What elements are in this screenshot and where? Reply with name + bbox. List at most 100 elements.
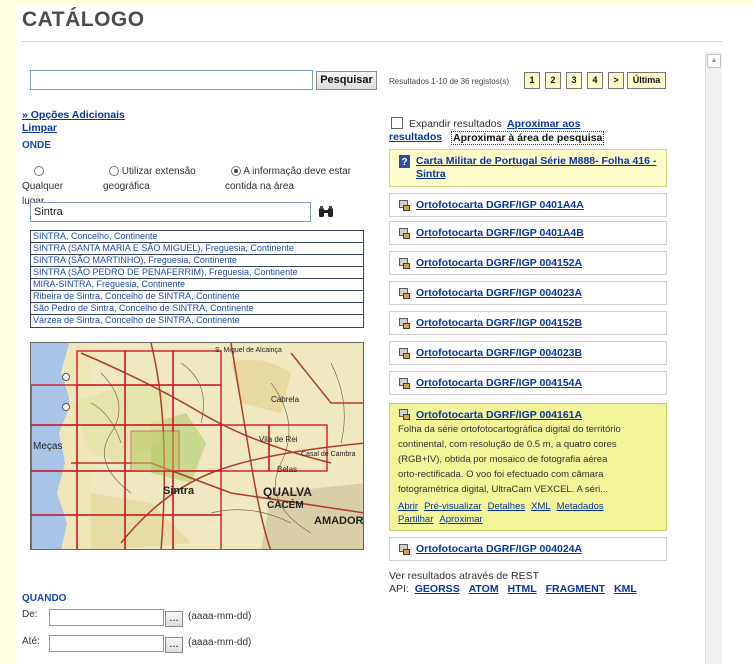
result-title[interactable]: Ortofotocarta DGRF/IGP 0401A4B	[416, 227, 584, 239]
radio-contained-label: A informação deve estar contida na área	[225, 166, 352, 192]
map-layer-icon	[399, 543, 410, 555]
result-item[interactable]: Ortofotocarta DGRF/IGP 004152A	[389, 251, 667, 275]
map-label-vila-de-rei: Vila de Rei	[259, 435, 298, 444]
suggestion-item[interactable]: SINTRA (SÃO MARTINHO), Freguesia, Contin…	[31, 255, 363, 267]
result-item[interactable]: Ortofotocarta DGRF/IGP 004023B	[389, 341, 667, 365]
action-1-link[interactable]: Pré-visualizar	[424, 501, 482, 512]
next-page-button[interactable]: >	[608, 72, 624, 89]
map-label-casal-de-cambra: Casal de Cambra	[301, 451, 356, 458]
date-from-input[interactable]	[49, 609, 164, 626]
map-layer-icon	[399, 377, 410, 389]
result-item[interactable]: Ortofotocarta DGRF/IGP 004154A	[389, 371, 667, 395]
description-line: orto-rectificada. O voo foi efectuado co…	[398, 469, 604, 480]
action-2-link[interactable]: Detalhes	[488, 501, 526, 512]
page-button-1[interactable]: 1	[524, 72, 540, 89]
page-button-2[interactable]: 2	[545, 72, 561, 89]
place-input[interactable]	[30, 202, 311, 222]
more-options-link[interactable]: » Opções Adicionais	[22, 109, 125, 121]
action-4-link[interactable]: Metadados	[557, 501, 604, 512]
page-button-4[interactable]: 4	[587, 72, 603, 89]
result-item[interactable]: Ortofotocarta DGRF/IGP 004024A	[389, 537, 667, 561]
result-title[interactable]: Ortofotocarta DGRF/IGP 004152B	[416, 317, 582, 329]
result-title[interactable]: Ortofotocarta DGRF/IGP 004024A	[416, 543, 582, 555]
result-actions: Abrir Pré-visualizar Detalhes XML Metadados P…	[390, 500, 666, 526]
result-title-cont[interactable]: Sintra	[416, 168, 446, 180]
suggestion-item[interactable]: SINTRA (SÃO PEDRO DE PENAFERRIM), Fregue…	[31, 267, 363, 279]
svg-text:?: ?	[401, 157, 407, 168]
scroll-up-icon[interactable]: ▲	[707, 54, 721, 68]
results-count: Resultados 1-10 de 36 registos(s)	[389, 77, 510, 86]
action-3-link[interactable]: XML	[531, 501, 551, 512]
map-layer-icon	[399, 199, 410, 211]
rest-atom-link[interactable]: ATOM	[469, 583, 499, 595]
search-input[interactable]	[30, 70, 313, 90]
radio-contained-icon[interactable]	[231, 166, 241, 177]
binoculars-icon[interactable]	[318, 205, 334, 219]
suggestion-item[interactable]: São Pedro de Sintra, Concelho de SINTRA,…	[31, 303, 363, 315]
result-title[interactable]: Carta Militar de Portugal Série M888- Fo…	[416, 155, 656, 167]
result-item[interactable]: Ortofotocarta DGRF/IGP 004152B	[389, 311, 667, 335]
from-label: De:	[22, 609, 38, 620]
last-page-button[interactable]: Última	[627, 72, 666, 89]
rest-kml-link[interactable]: KML	[614, 583, 637, 595]
radio-anywhere-icon[interactable]	[34, 166, 44, 177]
expand-results-checkbox[interactable]	[391, 117, 403, 129]
rest-fragment-link[interactable]: FRAGMENT	[546, 583, 606, 595]
date-to-input[interactable]	[49, 635, 164, 652]
result-item[interactable]: Ortofotocarta DGRF/IGP 0401A4B	[389, 221, 667, 245]
map-layer-icon	[399, 347, 410, 359]
description-line: continental, com resolução de 0.5 m, a q…	[398, 439, 617, 450]
action2-1-link[interactable]: Aproximar	[439, 514, 482, 525]
rest-html-link[interactable]: HTML	[508, 583, 537, 595]
zoom-area-link[interactable]: Aproximar à área de pesquisa	[451, 131, 605, 145]
result-title[interactable]: Ortofotocarta DGRF/IGP 0401A4A	[416, 199, 584, 211]
result-title[interactable]: Ortofotocarta DGRF/IGP 004023A	[416, 287, 582, 299]
radio-extent-icon[interactable]	[109, 166, 119, 177]
map-label-mecas: Meças	[33, 441, 63, 452]
when-label: QUANDO	[22, 593, 67, 604]
page-button-3[interactable]: 3	[566, 72, 582, 89]
result-title[interactable]: Ortofotocarta DGRF/IGP 004161A	[416, 409, 582, 421]
search-map[interactable]: Sintra QUALVA CACÉM AMADORA Meças S. Mig…	[30, 342, 364, 550]
result-item[interactable]: Ortofotocarta DGRF/IGP 0401A4A	[389, 193, 667, 217]
radio-extent[interactable]: Utilizar extensão geográfica	[103, 164, 218, 194]
map-label-amadora: AMADORA	[314, 515, 364, 527]
radio-contained[interactable]: A informação deve estar contida na área	[225, 164, 365, 194]
description-line: Folha da série ortofotocartográfica digi…	[398, 424, 621, 435]
result-title[interactable]: Ortofotocarta DGRF/IGP 004152A	[416, 257, 582, 269]
result-item[interactable]: Ortofotocarta DGRF/IGP 004023A	[389, 281, 667, 305]
zoom-results-link-2[interactable]: resultados	[389, 131, 442, 143]
suggestion-item[interactable]: Ribeira de Sintra, Concelho de SINTRA, C…	[31, 291, 363, 303]
map-label-sintra: Sintra	[163, 485, 195, 497]
zoom-results-link[interactable]: Aproximar aos	[507, 118, 581, 130]
rest-georss-link[interactable]: GEORSS	[415, 583, 460, 595]
suggestion-item[interactable]: SINTRA (SANTA MARIA E SÃO MIGUEL), Fregu…	[31, 243, 363, 255]
date-from-picker-button[interactable]: ...	[165, 611, 183, 627]
date-to-picker-button[interactable]: ...	[165, 637, 183, 653]
rest-api: API: GEORSS ATOM HTML FRAGMENT KML	[389, 583, 637, 595]
title-divider	[22, 41, 722, 42]
suggestion-item[interactable]: MIRA-SINTRA, Freguesia, Continente	[31, 279, 363, 291]
action-0-link[interactable]: Abrir	[398, 501, 418, 512]
where-label: ONDE	[22, 140, 51, 151]
map-label-belas: Belas	[277, 465, 298, 474]
page-title: CATÁLOGO	[22, 8, 145, 31]
map-label-qualva: QUALVA	[263, 485, 312, 499]
map-layer-icon	[399, 227, 410, 239]
search-button[interactable]: Pesquisar	[316, 71, 377, 90]
place-suggestions: SINTRA, Concelho, Continente SINTRA (SANT…	[30, 230, 364, 328]
help-icon: ?	[399, 155, 410, 168]
action2-0-link[interactable]: Partilhar	[398, 514, 433, 525]
clear-link[interactable]: Limpar	[22, 122, 57, 134]
map-label-cabrela: Cabrela	[271, 395, 300, 404]
result-title[interactable]: Ortofotocarta DGRF/IGP 004154A	[416, 377, 582, 389]
suggestion-item[interactable]: Várzea de Sintra, Concelho de SINTRA, Co…	[31, 315, 363, 327]
vertical-scrollbar[interactable]: ▲	[705, 52, 722, 664]
result-item[interactable]: ? Carta Militar de Portugal Série M888- F…	[389, 149, 667, 187]
to-label: Até:	[22, 636, 40, 647]
result-title[interactable]: Ortofotocarta DGRF/IGP 004023B	[416, 347, 582, 359]
suggestion-item[interactable]: SINTRA, Concelho, Continente	[31, 231, 363, 243]
map-layer-icon	[399, 257, 410, 269]
page-side-strip	[0, 0, 16, 664]
result-item[interactable]: Ortofotocarta DGRF/IGP 004161A Folha da s…	[389, 403, 667, 531]
